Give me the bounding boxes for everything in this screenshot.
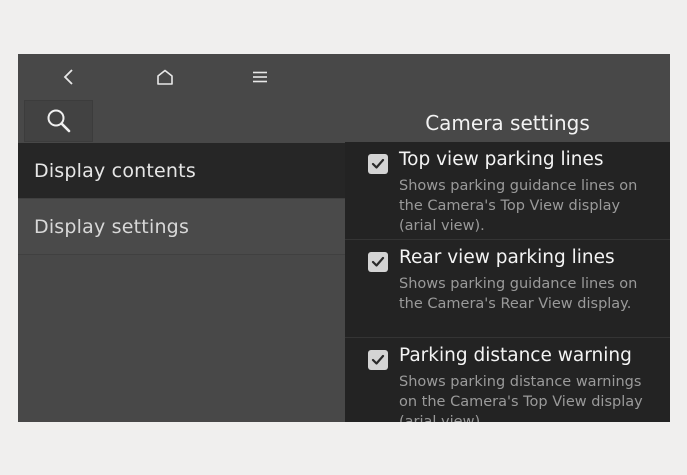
camera-settings-list: Top view parking lines Shows parking gui… bbox=[345, 142, 670, 422]
option-parking-distance-warning[interactable]: Parking distance warning Shows parking d… bbox=[345, 338, 670, 422]
checkbox-rear-view-parking-lines[interactable] bbox=[368, 252, 388, 272]
settings-category-list: Display contents Display settings bbox=[18, 143, 345, 422]
infotainment-screen: Display contents Display settings Camera… bbox=[18, 54, 670, 422]
panel-title: Camera settings bbox=[425, 111, 590, 135]
option-title: Parking distance warning bbox=[399, 345, 632, 366]
sidebar-item-display-settings[interactable]: Display settings bbox=[18, 199, 345, 255]
menu-icon bbox=[253, 71, 267, 83]
chevron-left-icon bbox=[63, 69, 73, 85]
home-button[interactable] bbox=[145, 62, 185, 92]
checkbox-top-view-parking-lines[interactable] bbox=[368, 154, 388, 174]
top-navigation-bar bbox=[18, 54, 670, 98]
sidebar-item-display-contents[interactable]: Display contents bbox=[18, 143, 345, 199]
checkmark-icon bbox=[371, 158, 385, 169]
checkbox-parking-distance-warning[interactable] bbox=[368, 350, 388, 370]
option-rear-view-parking-lines[interactable]: Rear view parking lines Shows parking gu… bbox=[345, 240, 670, 338]
back-button[interactable] bbox=[49, 62, 89, 92]
option-title: Top view parking lines bbox=[399, 149, 604, 170]
option-description: Shows parking guidance lines on the Came… bbox=[399, 178, 638, 234]
option-description: Shows parking guidance lines on the Came… bbox=[399, 276, 638, 312]
option-top-view-parking-lines[interactable]: Top view parking lines Shows parking gui… bbox=[345, 142, 670, 240]
search-button[interactable] bbox=[24, 100, 93, 142]
home-icon bbox=[157, 69, 173, 85]
sidebar-item-label: Display settings bbox=[34, 215, 190, 238]
checkmark-icon bbox=[371, 256, 385, 267]
menu-button[interactable] bbox=[240, 62, 280, 92]
option-description: Shows parking distance warnings on the C… bbox=[399, 374, 643, 422]
option-title: Rear view parking lines bbox=[399, 247, 615, 268]
checkmark-icon bbox=[371, 354, 385, 365]
sidebar-item-label: Display contents bbox=[34, 159, 196, 182]
search-icon bbox=[47, 109, 70, 133]
